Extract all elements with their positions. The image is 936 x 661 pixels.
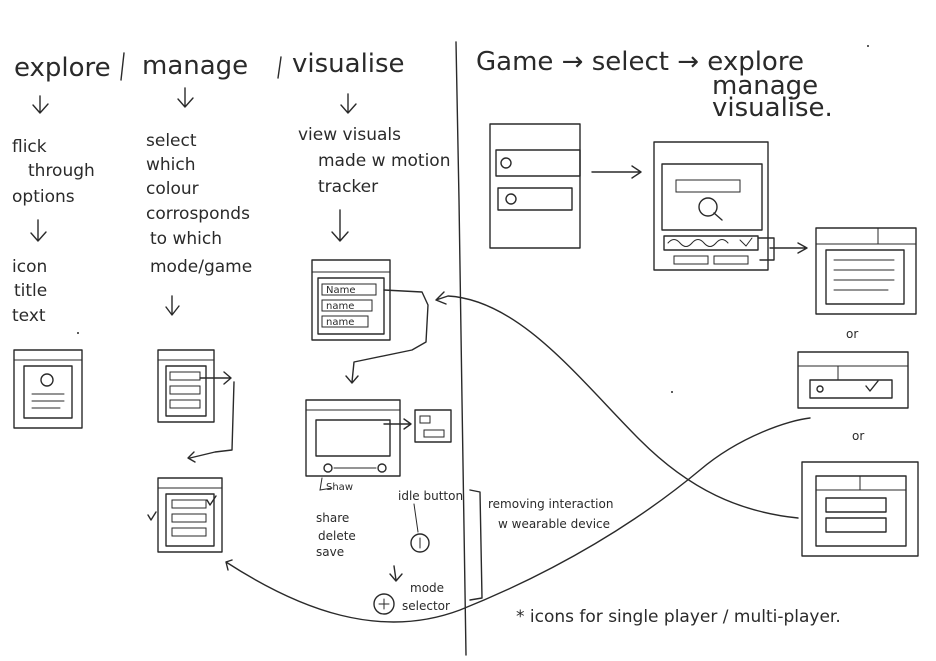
select-option-wireframe — [797, 351, 909, 409]
visualise-list-item-label: name — [326, 317, 354, 328]
ink-dot — [671, 391, 673, 393]
flow-bracket-arrow — [757, 237, 808, 261]
visualise-step-line: tracker — [318, 177, 378, 197]
manage-step-line: which — [146, 155, 196, 175]
idle-button-pointer — [413, 503, 419, 533]
explore-down-arrow-icon — [32, 95, 49, 114]
visual-detail-wireframe — [305, 399, 401, 477]
explore-content-line: icon — [12, 257, 47, 277]
heading-divider-1 — [120, 52, 125, 81]
grouping-bracket — [469, 489, 483, 601]
explore-step-line: through — [28, 161, 95, 181]
visualise-list-wireframe: Name name name — [311, 259, 391, 341]
manage-heading: manage — [142, 51, 248, 81]
explore-down-arrow-icon — [30, 219, 47, 242]
long-connector-curve — [435, 291, 799, 519]
manage-list-wireframe — [157, 349, 215, 423]
share-option: save — [316, 545, 344, 559]
sketch-canvas: explore manage visualise flick through o… — [12, 41, 919, 656]
explore-content-line: title — [14, 281, 47, 301]
or-label: or — [846, 327, 858, 341]
explore-heading: explore — [14, 53, 111, 83]
idle-button-label: idle button — [398, 489, 463, 503]
flow-right-arrow-icon — [591, 165, 642, 179]
heading-divider-2 — [277, 56, 282, 79]
explore-manage-screen-wireframe — [653, 141, 769, 271]
visualise-down-arrow-icon — [340, 93, 357, 114]
manage-right-arrow-icon — [199, 371, 232, 385]
multi-list-wireframe — [801, 461, 919, 557]
or-label: or — [852, 429, 864, 443]
visualise-heading: visualise — [292, 49, 405, 79]
mode-down-arrow-icon — [389, 565, 403, 582]
manage-down-arrow-icon — [165, 295, 180, 316]
share-option: delete — [318, 529, 356, 543]
share-option: share — [316, 511, 349, 525]
manage-step-line: corrosponds — [146, 204, 250, 224]
explore-content-line: text — [12, 306, 46, 326]
mode-selector-label: selector — [402, 599, 450, 613]
ink-dot — [867, 45, 869, 47]
removing-interaction-label: removing interaction — [488, 497, 613, 511]
removing-interaction-label: w wearable device — [498, 517, 610, 531]
explore-card-wireframe — [13, 349, 83, 429]
shaw-label: Shaw — [326, 482, 353, 493]
game-select-wireframe — [489, 123, 581, 249]
manage-step-line: select — [146, 131, 197, 151]
text-detail-wireframe — [815, 227, 917, 315]
visualise-step-line: made w motion — [318, 151, 450, 171]
manage-down-arrow-icon — [177, 87, 194, 108]
visualise-down-arrow-icon — [331, 209, 349, 242]
explore-step-line: options — [12, 187, 75, 207]
flow-header: visualise. — [712, 93, 833, 123]
visualise-list-item-label: Name — [326, 285, 356, 296]
manage-confirm-wireframe — [157, 477, 223, 553]
manage-step-line: colour — [146, 179, 199, 199]
visualise-step-line: view visuals — [298, 125, 401, 145]
visualise-connector-line — [345, 289, 429, 384]
check-mark-icon — [147, 511, 157, 521]
mode-selector-label: mode — [410, 581, 444, 595]
ink-dot — [77, 332, 79, 334]
visualise-list-item-label: name — [326, 301, 354, 312]
icons-note: * icons for single player / multi-player… — [516, 607, 841, 627]
section-divider-line — [455, 41, 467, 656]
manage-step-line: to which — [150, 229, 222, 249]
manage-step-line: mode/game — [150, 257, 252, 277]
mode-selector-plus — [378, 598, 390, 610]
small-device-wireframe — [414, 409, 452, 443]
explore-step-line: flick — [12, 137, 47, 157]
